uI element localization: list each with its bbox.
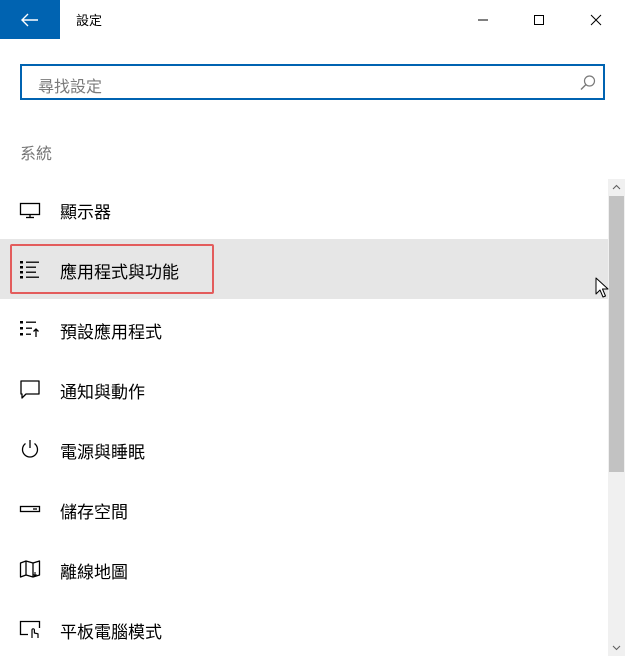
nav-item-storage[interactable]: 儲存空間 [0,479,608,539]
power-icon [21,440,39,458]
nav-item-power-sleep[interactable]: 電源與睡眠 [0,419,608,479]
nav-item-label: 電源與睡眠 [60,443,145,463]
nav-item-label: 顯示器 [60,203,111,223]
nav-item-display[interactable]: 顯示器 [0,179,608,239]
back-button[interactable] [0,0,60,39]
maximize-icon [534,14,544,25]
nav-item-label: 通知與動作 [60,383,145,403]
nav-item-label: 預設應用程式 [60,323,162,343]
window-title: 設定 [76,14,103,29]
search-placeholder: 尋找設定 [38,77,103,96]
section-label: 系統 [20,144,53,163]
close-icon [590,14,602,25]
title-bar: 設定 [0,0,625,39]
nav-item-tablet-mode[interactable]: 平板電腦模式 [0,599,608,659]
nav-item-label: 離線地圖 [60,563,128,583]
default-apps-icon [20,321,39,337]
back-arrow-icon [21,13,38,26]
scroll-down-button[interactable] [608,640,625,656]
search-icon[interactable] [579,74,597,92]
storage-icon [19,505,41,513]
scrollbar-thumb[interactable] [609,196,624,472]
nav-item-default-apps[interactable]: 預設應用程式 [0,299,608,359]
notification-icon [20,380,40,399]
scroll-up-button[interactable] [608,179,625,195]
minimize-icon [478,19,488,20]
minimize-button[interactable] [460,0,506,39]
tablet-mode-icon [19,620,41,638]
nav-item-label: 儲存空間 [60,503,128,523]
map-icon [19,560,41,578]
selection-highlight-box [10,244,214,294]
chevron-down-icon [612,645,621,651]
search-input[interactable]: 尋找設定 [20,64,605,100]
nav-item-label: 平板電腦模式 [60,623,162,643]
mouse-cursor-icon [595,277,609,298]
nav-item-offline-maps[interactable]: 離線地圖 [0,539,608,599]
chevron-up-icon [612,184,621,190]
monitor-icon [19,202,41,219]
vertical-scrollbar[interactable] [608,179,625,656]
maximize-button[interactable] [516,0,562,39]
close-button[interactable] [573,0,619,39]
nav-item-notifications[interactable]: 通知與動作 [0,359,608,419]
